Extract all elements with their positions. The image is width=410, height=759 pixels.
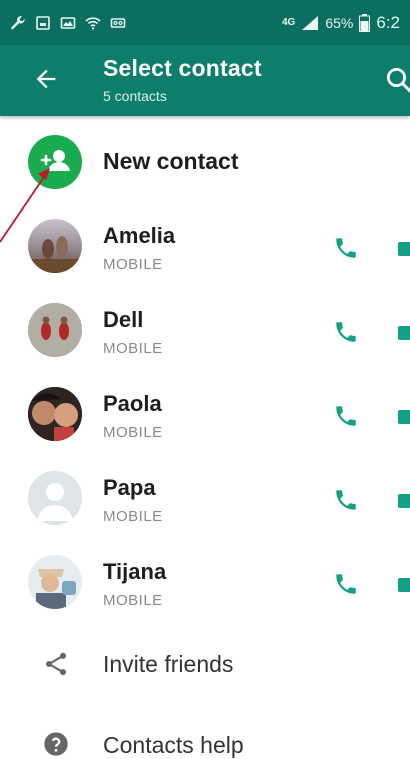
contact-row[interactable]: Amelia MOBILE (0, 215, 410, 295)
screenshot-icon (36, 15, 50, 30)
contact-phone-type: MOBILE (103, 256, 163, 273)
clock: 6:2 (376, 12, 400, 32)
search-icon[interactable] (384, 65, 410, 95)
battery-icon (359, 13, 371, 32)
image-icon (60, 16, 76, 29)
contact-name: Amelia (103, 223, 176, 248)
phone-icon[interactable] (333, 487, 359, 513)
contact-row[interactable]: Paola MOBILE (0, 383, 410, 463)
contact-count: 5 contacts (103, 88, 167, 104)
contact-row[interactable]: Tijana MOBILE (0, 551, 410, 631)
contact-name: Dell (103, 307, 144, 332)
phone-icon[interactable] (333, 571, 359, 597)
default-avatar-icon (28, 471, 82, 525)
status-bar: 4G 65% 6:2 (0, 0, 410, 45)
video-call-icon[interactable] (398, 242, 410, 256)
video-call-icon[interactable] (398, 410, 410, 424)
phone-icon[interactable] (333, 235, 359, 261)
phone-icon[interactable] (333, 403, 359, 429)
network-type: 4G (281, 16, 296, 28)
contacts-help-label: Contacts help (103, 732, 244, 758)
contact-avatar (28, 555, 82, 609)
new-contact-label: New contact (103, 148, 239, 174)
signal-icon (302, 15, 319, 30)
wifi-icon (85, 16, 101, 30)
invite-friends-row[interactable]: Invite friends (0, 640, 410, 690)
contacts-help-row[interactable]: Contacts help (0, 720, 410, 758)
help-icon (44, 732, 68, 756)
invite-friends-label: Invite friends (103, 651, 234, 677)
contact-name: Tijana (103, 559, 167, 584)
app-bar: Select contact 5 contacts (0, 45, 410, 116)
video-call-icon[interactable] (398, 578, 410, 592)
page-title: Select contact (103, 55, 262, 81)
share-icon (45, 652, 67, 676)
contact-phone-type: MOBILE (103, 424, 163, 441)
new-contact-row[interactable]: New contact (0, 130, 410, 194)
arrow-back-icon[interactable] (32, 65, 60, 93)
contact-phone-type: MOBILE (103, 340, 163, 357)
contact-avatar (28, 219, 82, 273)
contact-row[interactable]: Dell MOBILE (0, 299, 410, 379)
contact-name: Papa (103, 475, 156, 500)
voicemail-icon (110, 17, 126, 28)
video-call-icon[interactable] (398, 326, 410, 340)
contact-name: Paola (103, 391, 162, 416)
contact-phone-type: MOBILE (103, 592, 163, 609)
contact-avatar (28, 387, 82, 441)
wrench-icon (11, 15, 25, 29)
video-call-icon[interactable] (398, 494, 410, 508)
contact-avatar (28, 303, 82, 357)
phone-icon[interactable] (333, 319, 359, 345)
contact-row[interactable]: Papa MOBILE (0, 467, 410, 547)
contact-phone-type: MOBILE (103, 508, 163, 525)
battery-percent: 65% (325, 14, 354, 31)
